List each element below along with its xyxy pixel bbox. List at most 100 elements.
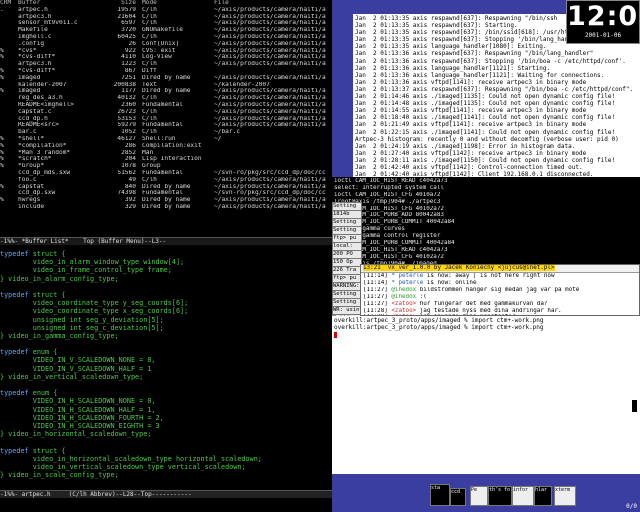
pager-window-thumbnail[interactable]: Pe	[470, 486, 488, 506]
buffer-list-row[interactable]: % *Group* 1078 Group	[0, 163, 332, 170]
buffer-mode: Fundamental	[142, 101, 183, 108]
console-line: ioctl CAM_IOC_HIST_CFG 40102a72	[334, 253, 444, 260]
header-buffer: Buffer	[18, 0, 41, 6]
buffer-list-row[interactable]: % *scratch* 204 Lisp Interaction	[0, 156, 332, 163]
pager-window-thumbnail[interactable]: xterm	[554, 486, 576, 506]
code-line: unsigned int seg_c_deviation[5];	[0, 323, 164, 332]
irc-message: [11:14] * peterle is now: away | is not …	[361, 273, 639, 280]
buffer-name: *Group*	[18, 163, 45, 170]
buffer-size: 40132	[117, 95, 136, 102]
pager-window-thumbnail[interactable]: hlar	[534, 486, 552, 506]
minibuffer[interactable]	[0, 499, 332, 512]
buffer-name: README<imghell>	[18, 101, 74, 108]
buffer-name: .config	[18, 40, 45, 47]
buffer-list-row[interactable]: capstat.c 26723 C/lh ~/axis/products/camera…	[0, 109, 332, 116]
emacs-window[interactable]: CRM Buffer Size Mode File . artpec.h 19579 C/l…	[0, 0, 332, 512]
buffer-flags	[0, 109, 18, 116]
code-line: } video_in_horizontal_scaledown_type;	[0, 430, 152, 439]
pager-window-thumbnail[interactable]: ccd	[450, 488, 466, 506]
irc-message: [11:14] * peterle is now: online	[361, 280, 639, 287]
buffer-mode: Fundamental	[142, 122, 183, 129]
buffer-list-row[interactable]: ccd_dp_mds.sxw 51562 Fundamental ~/svn-ro/p…	[0, 170, 332, 177]
irc-time: [11:14]	[363, 273, 392, 279]
buffer-list-row[interactable]: . artpec.h 19579 C/lh ~/axis/products/camer…	[0, 7, 332, 14]
irc-time: [11:27]	[363, 300, 392, 307]
buffer-list-row[interactable]: artpec3.h 1223 C/lh ~/axis/products/camera/…	[0, 61, 332, 68]
buffer-mode: Lisp Interaction	[142, 156, 202, 163]
buffer-list-row[interactable]: ccd_dp.h 53153 C/lh ~/axis/products/camera/…	[0, 116, 332, 123]
buffer-list-row[interactable]: Makefile 3720 GNUmakefile ~/axis/products/c…	[0, 27, 332, 34]
code-line: } video_in_alarm_config_type;	[0, 274, 119, 283]
buffer-list[interactable]: CRM Buffer Size Mode File . artpec.h 19579 C/l…	[0, 0, 332, 237]
irc-text: :(	[419, 293, 427, 300]
buffer-flags: %	[0, 163, 8, 170]
code-keyword: typedef	[0, 250, 29, 258]
buffer-size: 922	[124, 47, 136, 54]
buffer-name: imaged	[18, 88, 41, 95]
buffer-list-row[interactable]: % imaged 7251 Dired by name ~/axis/products…	[0, 75, 332, 82]
buffer-mode: Dired by name	[142, 197, 191, 204]
code-line: VIDEO_IN_V_SCALEDOWN_HALF = 1	[0, 364, 152, 373]
buffer-list-row[interactable]: % *Man 3 random* 2852 Man	[0, 150, 332, 157]
buffer-flags: %	[0, 142, 8, 149]
log-line: Jan 2 01:24:19 axis ./imaged[1198]: Erro…	[355, 142, 576, 150]
buffer-list-row[interactable]: % *shell* 46127 Shell:run ~/	[0, 136, 332, 143]
buffer-size: 2360	[121, 101, 136, 108]
pager-window-thumbnail[interactable]: infor	[512, 486, 534, 506]
log-line: Jan 2 01:18:40 axis ./imaged[1141]: Coul…	[355, 114, 616, 122]
buffer-list-row[interactable]: kalender-2007 200838 Text ~/kalender-2007	[0, 82, 332, 89]
buffer-name: *compilation*	[18, 142, 67, 149]
buffer-name: *scratch*	[18, 156, 52, 163]
code-line: typedef enum {	[0, 348, 332, 356]
clock-date: 2001-01-06	[584, 32, 622, 39]
buffer-name: imghell.c	[18, 33, 52, 40]
buffer-list-row[interactable]: ccd_dp.sxw 74398 Fundamental ~/svn-ro/pkg/s…	[0, 190, 332, 197]
shell-terminal[interactable]: overkill:artpec_3_proto/apps/imaged % im…	[332, 316, 640, 474]
code-keyword: typedef	[0, 389, 29, 398]
buffer-flags: .	[0, 6, 8, 13]
buffer-list-row[interactable]: sensor_mt9v011.c 6597 C/lh ~/axis/products/…	[0, 20, 332, 27]
buffer-list-row[interactable]: % hwregs 392 Dired by name ~/axis/products/…	[0, 197, 332, 204]
buffer-name: bar.c	[18, 129, 37, 136]
irc-nick: * peterle	[391, 273, 427, 279]
buffer-list-row[interactable]: README<imghell> 2360 Fundamental ~/axis/pro…	[0, 102, 332, 109]
buffer-size: 204	[124, 156, 136, 163]
buffer-list-row[interactable]: % imaged 1177 Dired by name ~/axis/products…	[0, 88, 332, 95]
text-cursor	[334, 331, 337, 338]
buffer-list-row[interactable]: bar.c 1052 C/lh ~/bar.c	[0, 129, 332, 136]
buffer-list-row[interactable]: % capstat 840 Dired by name ~/axis/products…	[0, 184, 332, 191]
buffer-list-row[interactable]: README<src> 59279 Fundamental ~/axis/produc…	[0, 122, 332, 129]
buffer-list-row[interactable]: % *cvs-diff* 4110 Log-View ~/axis/products/…	[0, 54, 332, 61]
buffer-list-row[interactable]: foo.c 49 C/lh ~/axis/products/camera/haiti/…	[0, 177, 332, 184]
console-terminal[interactable]: ioctl CAM_IOC_HIST_READ c4042a73 select: …	[332, 177, 640, 267]
log-line: Jan 2 01:21:49 axis vftpd[1141]: receive…	[355, 121, 587, 129]
code-line: video_in_frame_control_type frame;	[0, 266, 172, 275]
buffer-mode: Dired by name	[142, 183, 191, 190]
code-line: typedef struct {	[0, 291, 332, 299]
pager-window-thumbnail[interactable]: th's fo	[488, 486, 512, 506]
buffer-file: ~/	[214, 135, 222, 142]
buffer-flags: %	[0, 149, 8, 156]
code-editor[interactable]: typedef struct { video_in_alarm_window_t…	[0, 250, 332, 488]
irc-window[interactable]: 13:21 vx_ver_1.0.0 by Jacek Koniecny <ju…	[360, 264, 640, 316]
buffer-list-row[interactable]: include 329 Dired by name ~/axis/products/c…	[0, 204, 332, 211]
irc-message: [11:27] <zatoo> hur fungerar det med gam…	[361, 301, 639, 308]
buffer-list-row[interactable]: artpec3.h 21604 C/lh ~/axis/products/camera…	[0, 14, 332, 21]
buffer-file: ~/axis/products/camera/haiti/a	[214, 27, 326, 34]
buffer-size: 200838	[113, 81, 136, 88]
buffer-list-row[interactable]: reg_des_a3.h 40132 C/lh ~/axis/products/cam…	[0, 95, 332, 102]
code-line: } video_in_vertical_scaledown_type;	[0, 372, 144, 381]
scroll-marker[interactable]	[632, 400, 637, 412]
code-line: video_coordinate_type x_seg_coords[6];	[0, 307, 189, 316]
buffer-file: ~/axis/products/camera/haiti/a	[214, 183, 326, 190]
buffer-list-row[interactable]: % *compilation* 286 Compilation:exit	[0, 143, 332, 150]
console-line: ioctl CAM_IOC_HIST_CFG 40102a72	[334, 205, 444, 212]
buffer-list-row[interactable]: % *cvs-diff* 867 Diff	[0, 68, 332, 75]
buffer-list-row[interactable]: % *cvs* 922 CVS: exit ~/axis/products/camer…	[0, 48, 332, 55]
pager-window-thumbnail[interactable]: sta	[430, 484, 450, 506]
code-keyword: typedef	[0, 446, 29, 455]
buffer-list-row[interactable]: imghell.c 60425 C/lh ~/axis/products/camera…	[0, 34, 332, 41]
desktop-pager[interactable]: sta ccd Pe th's fo infor hlar xterm	[430, 482, 626, 510]
buffer-list-row[interactable]: .config 26 Conf[Unix] ~/axis/products/camer…	[0, 41, 332, 48]
